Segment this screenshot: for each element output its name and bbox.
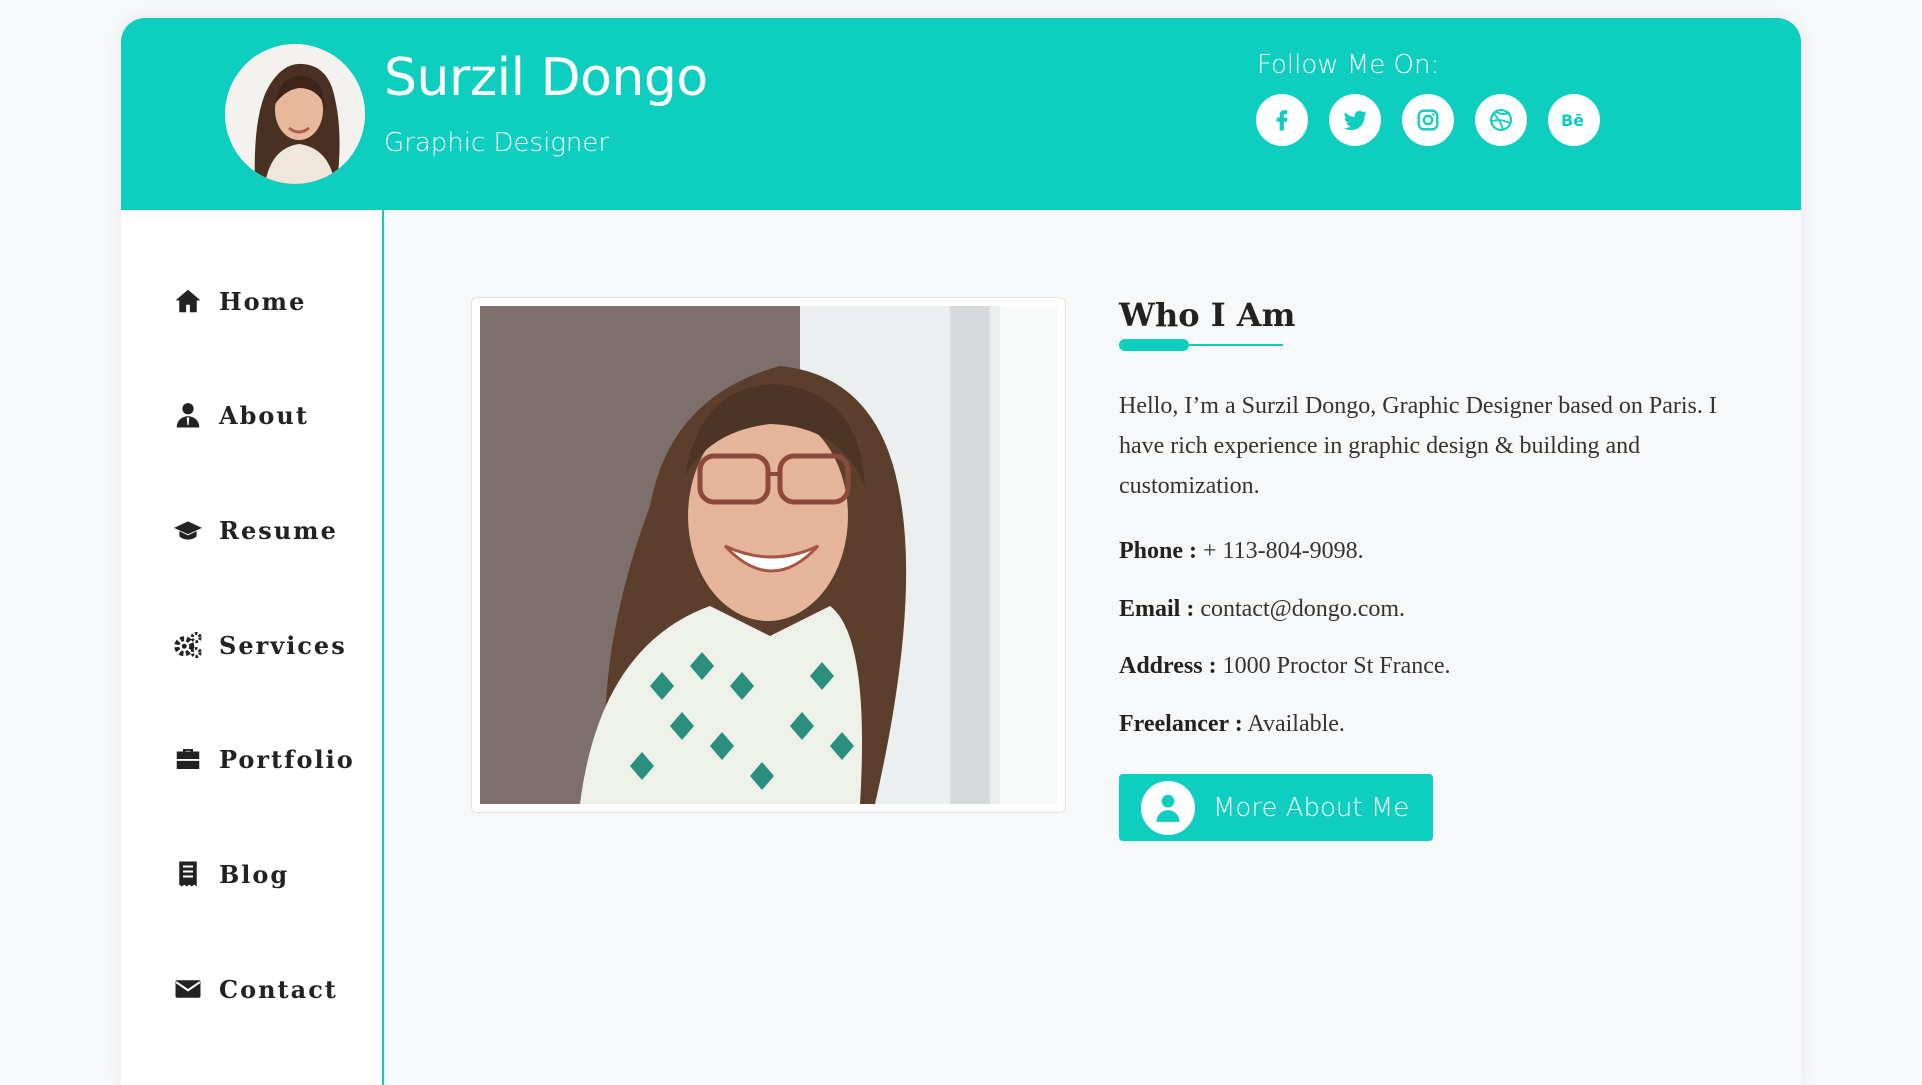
- sidebar-item-home[interactable]: Home: [173, 286, 306, 316]
- section-heading: Who I Am: [1119, 296, 1296, 334]
- phone-label: Phone :: [1119, 538, 1197, 564]
- behance-icon: Bē: [1561, 111, 1584, 130]
- profile-role: Graphic Designer: [384, 128, 610, 158]
- sidebar-item-resume[interactable]: Resume: [173, 515, 338, 545]
- email-label: Email :: [1119, 596, 1195, 622]
- profile-photo: [471, 297, 1066, 813]
- instagram-link[interactable]: [1402, 94, 1454, 146]
- instagram-icon: [1417, 109, 1439, 131]
- twitter-link[interactable]: [1329, 94, 1381, 146]
- graduation-cap-icon: [174, 521, 202, 540]
- freelancer-row: Freelancer : Available.: [1119, 711, 1345, 738]
- address-label: Address :: [1119, 653, 1217, 679]
- sidebar-item-services[interactable]: Services: [173, 630, 347, 660]
- receipt-icon: [179, 861, 197, 887]
- user-icon: [176, 403, 200, 428]
- address-value: 1000 Proctor St France.: [1222, 653, 1451, 679]
- home-icon: [175, 289, 201, 313]
- sidebar-item-label: Home: [219, 286, 307, 316]
- sidebar-item-blog[interactable]: Blog: [173, 859, 289, 889]
- sidebar-item-label: About: [219, 400, 309, 430]
- social-links: Bē: [1256, 94, 1600, 146]
- sidebar-item-label: Contact: [219, 974, 338, 1004]
- freelancer-value: Available.: [1247, 711, 1345, 737]
- profile-name: Surzil Dongo: [384, 48, 708, 108]
- envelope-icon: [175, 980, 201, 998]
- sidebar-item-label: Services: [219, 630, 347, 660]
- svg-text:Bē: Bē: [1561, 111, 1584, 130]
- sidebar-item-label: Blog: [219, 859, 290, 889]
- phone-row: Phone : + 113-804-9098.: [1119, 538, 1364, 565]
- more-about-me-label: More About Me: [1213, 792, 1410, 823]
- gears-icon: [174, 631, 202, 659]
- sidebar-item-label: Resume: [219, 515, 338, 545]
- briefcase-icon: [176, 749, 200, 769]
- dribbble-link[interactable]: [1475, 94, 1527, 146]
- phone-value: + 113-804-9098.: [1203, 538, 1364, 564]
- facebook-link[interactable]: [1256, 94, 1308, 146]
- heading-underline-accent: [1119, 339, 1189, 351]
- sidebar-item-contact[interactable]: Contact: [173, 974, 338, 1004]
- sidebar-item-about[interactable]: About: [173, 400, 309, 430]
- email-value: contact@dongo.com.: [1200, 596, 1406, 622]
- sidebar-nav: Home About Resume Services Portfolio Blo…: [121, 210, 384, 1085]
- facebook-icon: [1276, 110, 1288, 131]
- follow-label: Follow Me On:: [1257, 50, 1440, 80]
- address-row: Address : 1000 Proctor St France.: [1119, 653, 1451, 680]
- header: Surzil Dongo Graphic Designer Follow Me …: [121, 18, 1801, 210]
- freelancer-label: Freelancer :: [1119, 711, 1243, 737]
- dribbble-icon: [1490, 109, 1512, 131]
- more-about-me-button[interactable]: More About Me: [1119, 774, 1433, 841]
- profile-card: Surzil Dongo Graphic Designer Follow Me …: [121, 18, 1801, 1085]
- user-icon: [1141, 780, 1195, 835]
- twitter-icon: [1343, 110, 1367, 131]
- behance-link[interactable]: Bē: [1548, 94, 1600, 146]
- avatar: [225, 44, 365, 184]
- sidebar-item-label: Portfolio: [219, 744, 355, 774]
- bio-text: Hello, I’m a Surzil Dongo, Graphic Desig…: [1119, 393, 1717, 499]
- sidebar-item-portfolio[interactable]: Portfolio: [173, 744, 355, 774]
- email-row: Email : contact@dongo.com.: [1119, 596, 1405, 623]
